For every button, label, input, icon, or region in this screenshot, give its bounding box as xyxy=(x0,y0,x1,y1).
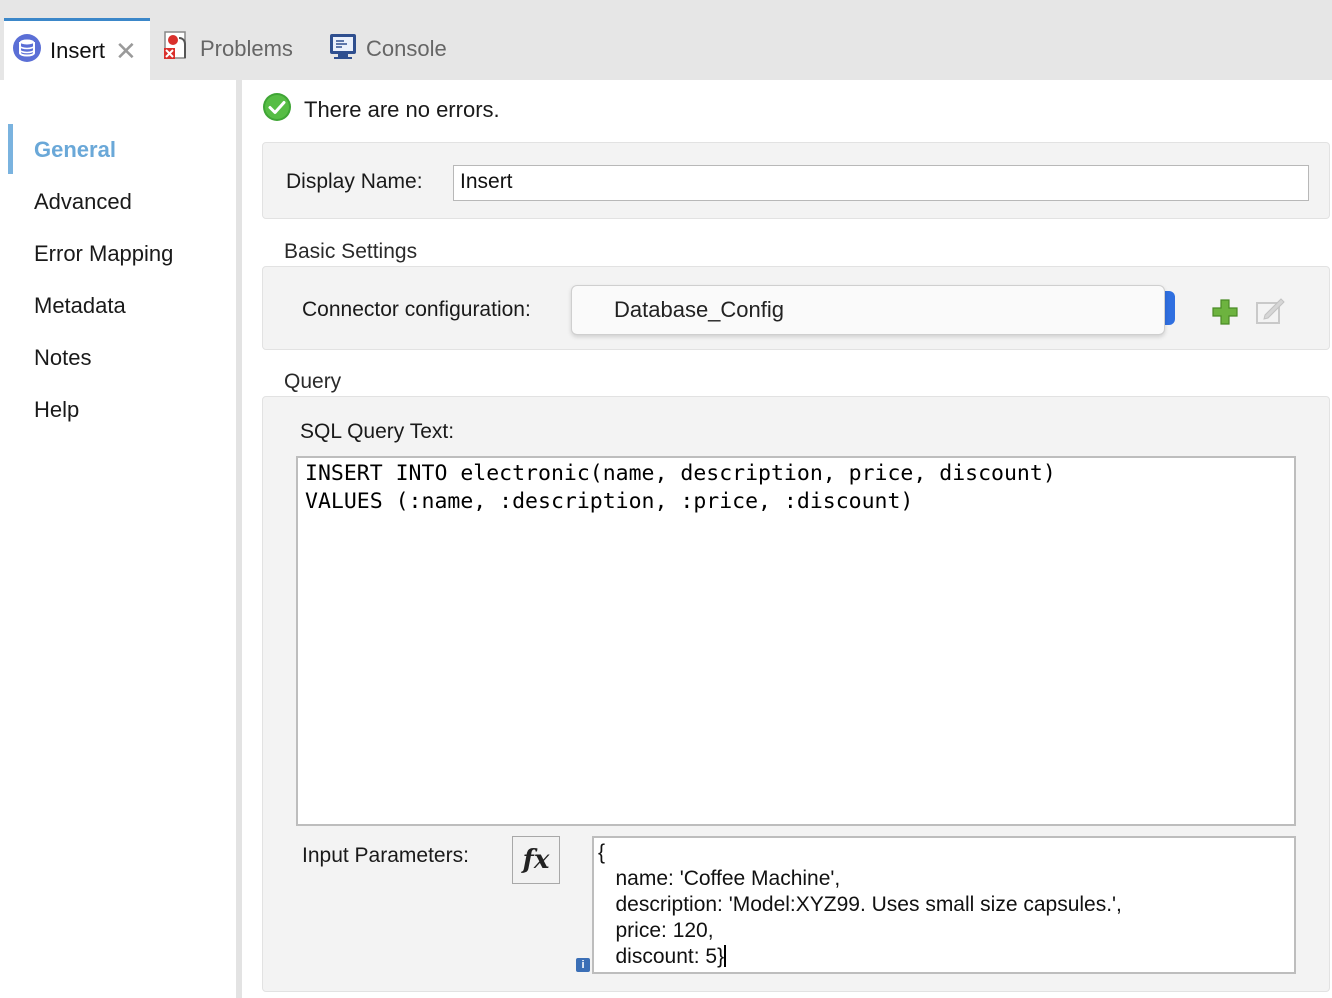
tab-problems[interactable]: Problems xyxy=(162,18,293,80)
input-parameters-text: { name: 'Coffee Machine', description: '… xyxy=(598,841,1122,968)
fx-expression-button[interactable]: fx xyxy=(512,836,560,884)
tab-insert-label: Insert xyxy=(50,37,106,63)
tab-insert[interactable]: Insert ✕ xyxy=(4,18,150,80)
sql-query-label: SQL Query Text: xyxy=(300,420,455,443)
sidebar-item-notes[interactable]: Notes xyxy=(34,343,91,373)
display-name-label: Display Name: xyxy=(286,170,423,193)
console-icon xyxy=(328,31,358,67)
connector-config-label: Connector configuration: xyxy=(302,298,531,321)
properties-sidebar xyxy=(0,80,236,998)
input-parameters-label: Input Parameters: xyxy=(302,844,469,867)
input-parameters-editor[interactable]: { name: 'Coffee Machine', description: '… xyxy=(592,836,1296,974)
text-caret xyxy=(724,945,727,967)
database-icon xyxy=(12,33,42,69)
query-title: Query xyxy=(284,370,342,393)
add-icon[interactable] xyxy=(1211,298,1239,331)
editor-tab-bar: Insert ✕ Problems Console xyxy=(0,0,1332,80)
close-icon[interactable]: ✕ xyxy=(115,38,137,64)
sidebar-item-general[interactable]: General xyxy=(34,135,116,165)
basic-settings-title: Basic Settings xyxy=(284,240,418,263)
tab-console-label: Console xyxy=(366,36,447,61)
selected-indicator xyxy=(8,124,13,174)
status-message: There are no errors. xyxy=(262,92,500,128)
sidebar-item-advanced[interactable]: Advanced xyxy=(34,187,132,217)
tab-problems-label: Problems xyxy=(200,36,293,61)
sidebar-item-help[interactable]: Help xyxy=(34,395,79,425)
tab-console[interactable]: Console xyxy=(328,18,447,80)
sidebar-item-metadata[interactable]: Metadata xyxy=(34,291,126,321)
edit-icon[interactable] xyxy=(1255,296,1287,331)
problems-icon xyxy=(162,30,192,68)
info-icon: i xyxy=(576,958,590,972)
sql-query-editor[interactable]: INSERT INTO electronic(name, description… xyxy=(296,456,1296,826)
connector-config-select[interactable]: Database_Config xyxy=(571,285,1165,335)
sidebar-item-error-mapping[interactable]: Error Mapping xyxy=(34,239,173,269)
check-circle-icon xyxy=(262,92,292,128)
display-name-field[interactable]: Insert xyxy=(453,165,1309,201)
status-text: There are no errors. xyxy=(304,97,500,122)
